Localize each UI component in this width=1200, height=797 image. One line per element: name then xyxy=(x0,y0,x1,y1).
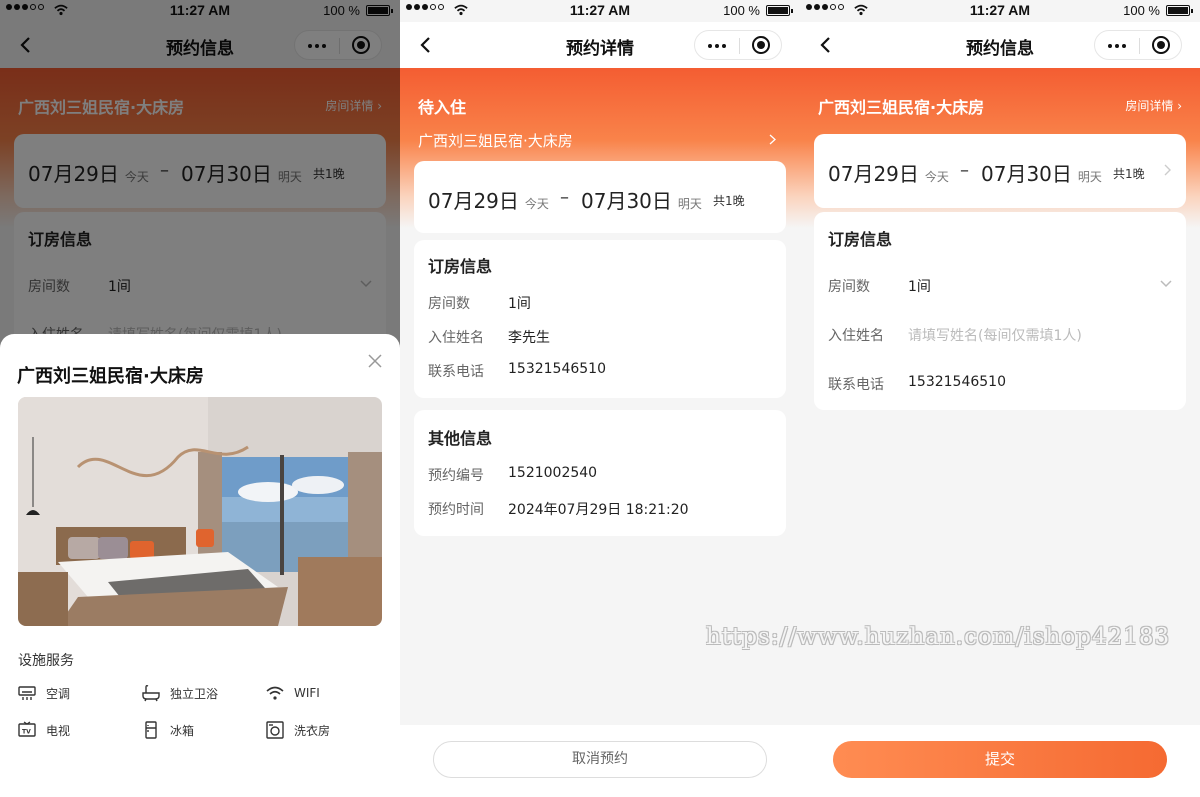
facility-item: 空调 xyxy=(18,684,70,702)
facility-item: 洗衣房 xyxy=(266,721,330,739)
other-info-card: 其他信息 预约编号 1521002540 预约时间 2024年07月29日 18… xyxy=(414,410,786,536)
order-no-label: 预约编号 xyxy=(428,468,484,484)
phone-label: 联系电话 xyxy=(828,377,884,393)
order-no-value: 1521002540 xyxy=(508,465,598,481)
check-in-date: 07月29日今天 xyxy=(428,189,549,213)
close-miniprogram-icon[interactable] xyxy=(752,36,770,54)
status-header: 待入住 xyxy=(418,94,782,117)
nav-bar: 预约信息 xyxy=(800,22,1200,68)
mini-program-capsule[interactable] xyxy=(1094,30,1182,60)
submit-button[interactable]: 提交 xyxy=(833,741,1167,778)
close-icon[interactable] xyxy=(368,354,382,368)
wifi-icon xyxy=(266,686,284,700)
guest-name-input[interactable]: 请填写姓名(每间仅需填1人) xyxy=(908,325,1082,345)
washing-machine-icon xyxy=(266,721,284,739)
facility-item: WIFI xyxy=(266,684,320,702)
room-detail-sheet: 广西刘三姐民宿·大床房 设施服务 空调 独立卫浴 WIFI TV 电视 冰箱 洗… xyxy=(0,334,400,797)
close-miniprogram-icon[interactable] xyxy=(1152,36,1170,54)
section-title: 订房信息 xyxy=(828,230,893,249)
guest-name-value: 李先生 xyxy=(508,330,550,346)
date-card: 07月29日 今天 – 07月30日 明天 共1晚 xyxy=(414,161,786,233)
cancel-booking-button[interactable]: 取消预约 xyxy=(433,741,767,778)
booking-form-screen-2: 11:27 AM 100 % 预约信息 广西刘三姐民宿·大床房 房间详情 › 0… xyxy=(800,0,1200,797)
chevron-down-icon[interactable] xyxy=(1160,280,1172,288)
rooms-label: 房间数 xyxy=(828,279,870,295)
guest-name-label: 入住姓名 xyxy=(428,330,484,346)
check-in-date: 07月29日今天 xyxy=(828,162,949,186)
status-bar: 11:27 AM 100 % xyxy=(400,0,800,22)
more-icon[interactable] xyxy=(1108,44,1126,48)
bathtub-icon xyxy=(142,684,160,702)
nights-count: 共1晚 xyxy=(713,194,745,208)
room-name: 广西刘三姐民宿·大床房 xyxy=(818,98,985,117)
booking-detail-screen: 11:27 AM 100 % 预约详情 待入住 广西刘三姐民宿·大床房 07月2… xyxy=(400,0,800,797)
phone-input[interactable]: 15321546510 xyxy=(908,374,1006,390)
rooms-value: 1间 xyxy=(508,296,531,312)
check-out-date: 07月30日明天 xyxy=(981,162,1102,186)
phone-label: 联系电话 xyxy=(428,364,484,380)
section-title: 其他信息 xyxy=(428,429,493,448)
room-detail-link[interactable]: 房间详情 › xyxy=(1125,97,1182,114)
bottom-bar: 提交 xyxy=(800,725,1200,797)
room-name: 广西刘三姐民宿·大床房 xyxy=(418,132,573,150)
chevron-right-icon xyxy=(769,134,776,145)
air-conditioner-icon xyxy=(18,686,36,700)
sheet-title: 广西刘三姐民宿·大床房 xyxy=(17,366,204,387)
mini-program-capsule[interactable] xyxy=(694,30,782,60)
section-title: 订房信息 xyxy=(428,257,493,276)
room-photo xyxy=(18,397,382,626)
nav-bar: 预约详情 xyxy=(400,22,800,68)
rooms-label: 房间数 xyxy=(428,296,470,312)
rooms-select[interactable]: 1间 xyxy=(908,276,931,296)
guest-name-label: 入住姓名 xyxy=(828,328,884,344)
status-bar: 11:27 AM 100 % xyxy=(800,0,1200,22)
battery-percent: 100 % xyxy=(1123,3,1160,18)
facility-item: 冰箱 xyxy=(142,721,194,739)
chevron-right-icon[interactable] xyxy=(1164,164,1172,176)
svg-text:TV: TV xyxy=(22,729,31,736)
date-card[interactable]: 07月29日今天 – 07月30日明天 共1晚 xyxy=(814,134,1186,208)
booking-form-screen: 11:27 AM 100 % 预约信息 广西刘三姐民宿·大床房 房间详情 › 0… xyxy=(0,0,400,797)
booking-info-card: 订房信息 房间数 1间 入住姓名 请填写姓名(每间仅需填1人) 联系电话 153… xyxy=(814,212,1186,410)
battery-percent: 100 % xyxy=(723,3,760,18)
order-time-label: 预约时间 xyxy=(428,502,484,518)
room-row[interactable]: 广西刘三姐民宿·大床房 xyxy=(418,130,782,152)
battery-icon xyxy=(766,5,793,16)
bottom-bar: 取消预约 xyxy=(400,725,800,797)
nights-count: 共1晚 xyxy=(1113,167,1145,181)
battery-icon xyxy=(1166,5,1193,16)
date-separator: – xyxy=(960,160,969,181)
booking-status: 待入住 xyxy=(418,98,467,117)
date-separator: – xyxy=(560,187,569,208)
room-header: 广西刘三姐民宿·大床房 房间详情 › xyxy=(818,94,1182,117)
phone-value: 15321546510 xyxy=(508,361,606,377)
more-icon[interactable] xyxy=(708,44,726,48)
facilities-title: 设施服务 xyxy=(18,653,74,669)
fridge-icon xyxy=(145,721,157,739)
facility-item: TV 电视 xyxy=(18,721,70,739)
booking-info-card: 订房信息 房间数 1间 入住姓名 李先生 联系电话 15321546510 xyxy=(414,240,786,398)
watermark: https://www.huzhan.com/ishop42183 xyxy=(706,624,1171,650)
check-out-date: 07月30日明天 xyxy=(581,189,702,213)
tv-icon: TV xyxy=(18,721,36,737)
order-time-value: 2024年07月29日 18:21:20 xyxy=(508,502,689,518)
facility-item: 独立卫浴 xyxy=(142,684,218,702)
